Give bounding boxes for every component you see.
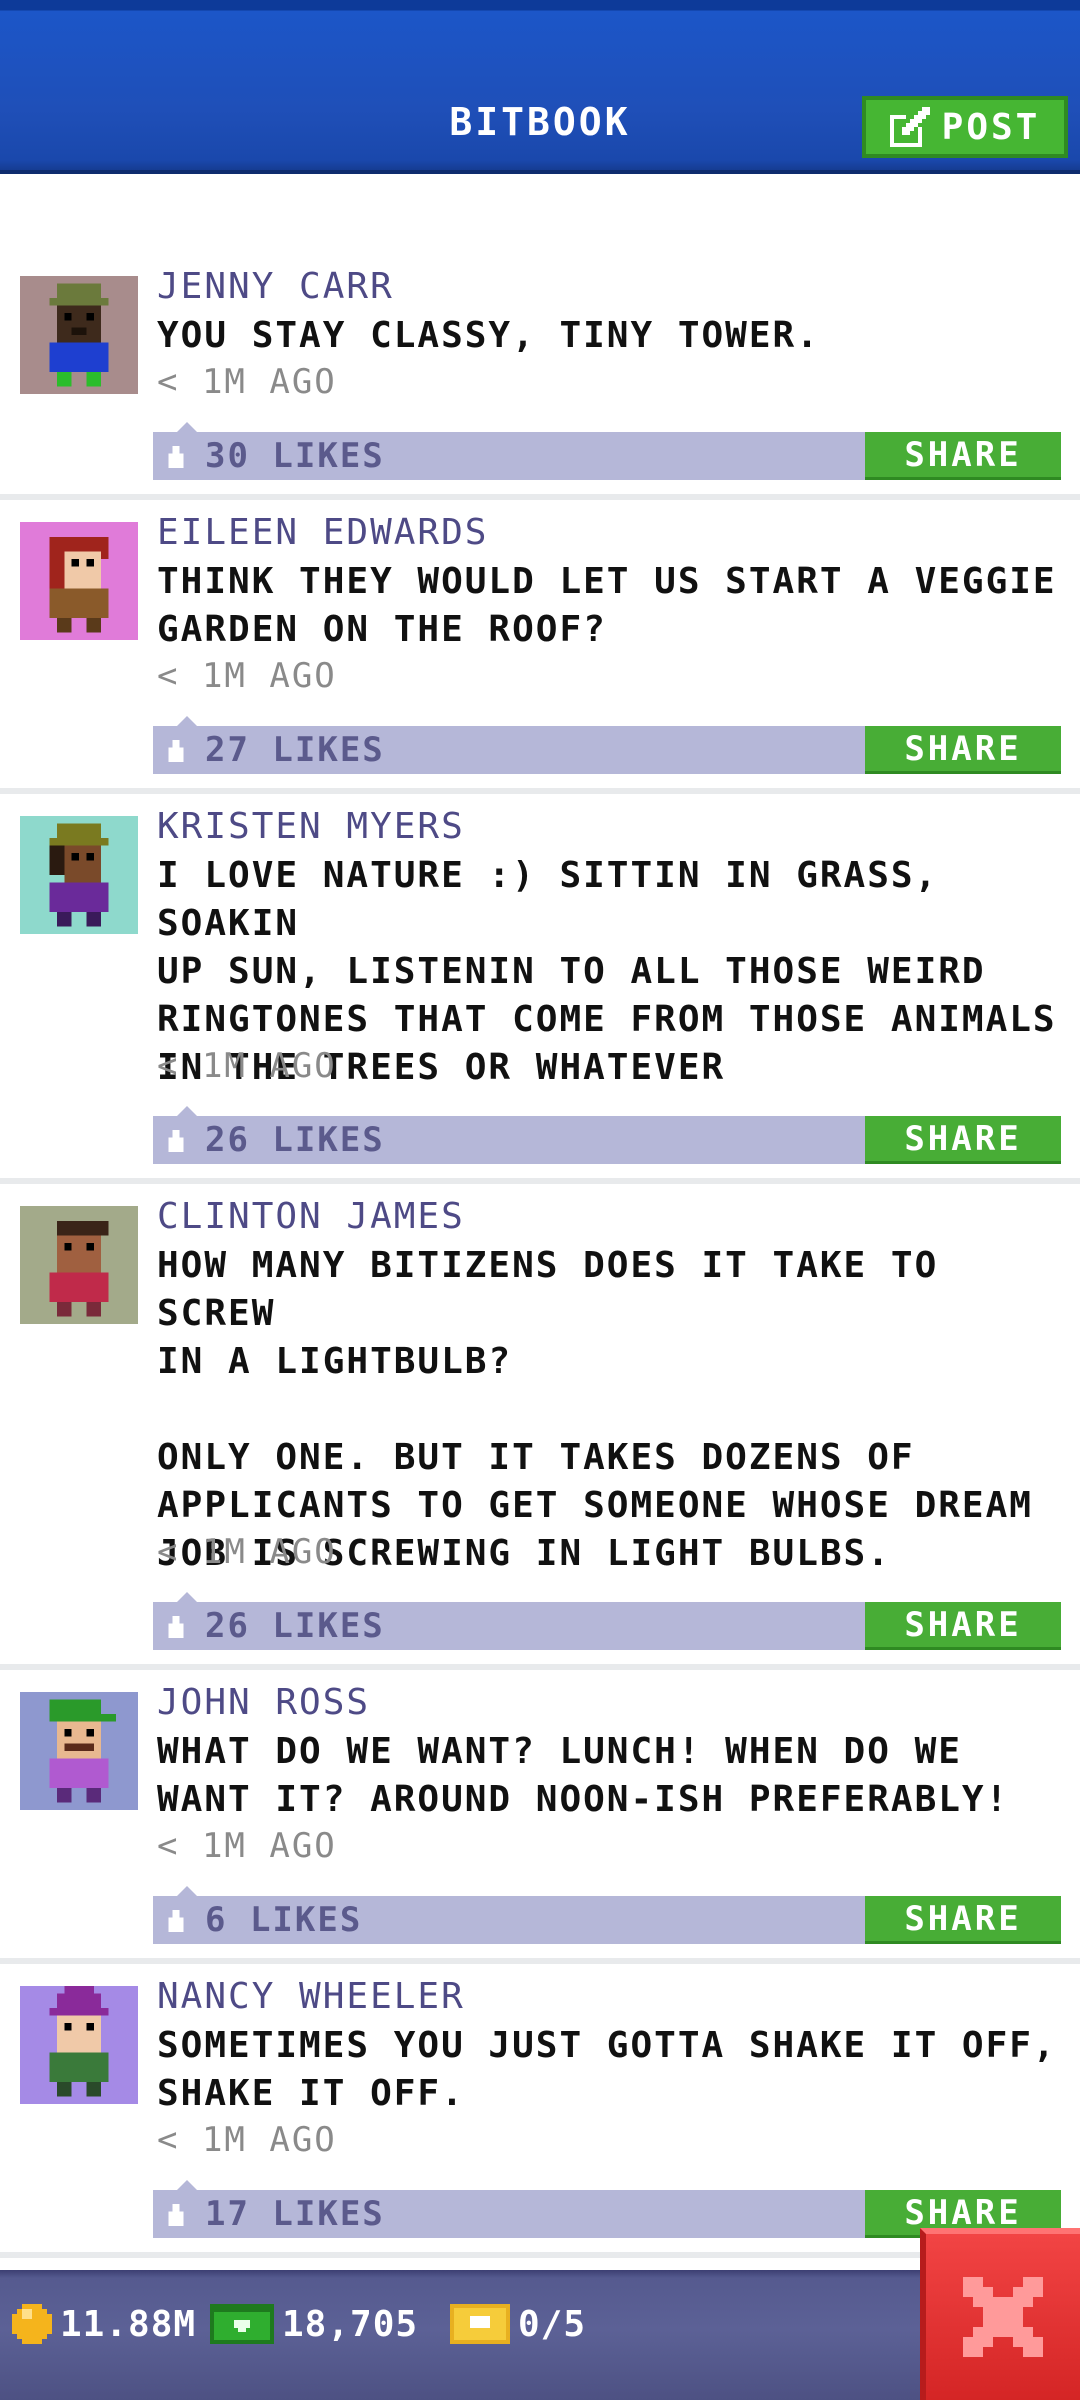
- close-icon: [963, 2277, 1043, 2357]
- bux-stat[interactable]: 18,705: [210, 2296, 418, 2352]
- post-time: < 1M AGO: [157, 1826, 337, 1866]
- post-message: HOW MANY BITIZENS DOES IT TAKE TO SCREW …: [157, 1245, 1033, 1574]
- post-time: < 1M AGO: [157, 1532, 337, 1572]
- likes-bar-notch: [177, 1886, 197, 1896]
- post-message: SOMETIMES YOU JUST GOTTA SHAKE IT OFF, S…: [157, 2025, 1057, 2114]
- post-button-label: POST: [941, 106, 1041, 148]
- thumbs-up-icon: [168, 1130, 184, 1152]
- close-button[interactable]: [920, 2228, 1080, 2400]
- post-message: WHAT DO WE WANT? LUNCH! WHEN DO WE WANT …: [157, 1731, 1010, 1820]
- post-author[interactable]: JOHN ROSS: [157, 1682, 370, 1723]
- divider: [0, 1664, 1080, 1670]
- post-button[interactable]: POST: [862, 96, 1068, 158]
- ticket-icon: [450, 2304, 510, 2344]
- coins-value: 11.88M: [60, 2303, 197, 2345]
- divider: [0, 1958, 1080, 1964]
- post-author[interactable]: CLINTON JAMES: [157, 1196, 465, 1237]
- avatar[interactable]: [20, 1692, 138, 1810]
- likes-count[interactable]: 30 LIKES: [205, 436, 385, 476]
- likes-bar: 27 LIKES SHARE: [153, 716, 1061, 774]
- share-button[interactable]: SHARE: [865, 726, 1061, 774]
- post-author[interactable]: NANCY WHEELER: [157, 1976, 465, 2017]
- divider: [0, 1178, 1080, 1184]
- avatar[interactable]: [20, 1206, 138, 1324]
- likes-bar-notch: [177, 1592, 197, 1602]
- bux-value: 18,705: [282, 2303, 419, 2345]
- divider: [0, 2252, 1080, 2258]
- tickets-stat[interactable]: 0/5: [450, 2296, 586, 2352]
- post-message: YOU STAY CLASSY, TINY TOWER.: [157, 315, 820, 356]
- likes-bar: 6 LIKES SHARE: [153, 1886, 1061, 1944]
- avatar[interactable]: [20, 816, 138, 934]
- likes-bar-notch: [177, 716, 197, 726]
- post-author[interactable]: KRISTEN MYERS: [157, 806, 465, 847]
- compose-icon: [889, 107, 930, 147]
- thumbs-up-icon: [168, 2204, 184, 2226]
- divider: [0, 494, 1080, 500]
- likes-count[interactable]: 6 LIKES: [205, 1900, 362, 1940]
- header-bar: BITBOOK POST: [0, 0, 1080, 174]
- post-time: < 1M AGO: [157, 362, 337, 402]
- coins-stat[interactable]: 11.88M: [12, 2296, 196, 2352]
- post-author[interactable]: JENNY CARR: [157, 266, 394, 307]
- tickets-value: 0/5: [518, 2303, 587, 2345]
- likes-bar: 26 LIKES SHARE: [153, 1106, 1061, 1164]
- likes-bar-notch: [177, 2180, 197, 2190]
- likes-count[interactable]: 26 LIKES: [205, 1606, 385, 1646]
- share-button[interactable]: SHARE: [865, 432, 1061, 480]
- likes-bar-notch: [177, 422, 197, 432]
- avatar[interactable]: [20, 276, 138, 394]
- post-message: THINK THEY WOULD LET US START A VEGGIE G…: [157, 561, 1057, 650]
- bux-icon: [210, 2304, 274, 2344]
- likes-bar-notch: [177, 1106, 197, 1116]
- status-bar: 11.88M 18,705 0/5: [0, 2270, 1080, 2400]
- post-time: < 1M AGO: [157, 2120, 337, 2160]
- likes-count[interactable]: 17 LIKES: [205, 2194, 385, 2234]
- likes-bar: 26 LIKES SHARE: [153, 1592, 1061, 1650]
- avatar[interactable]: [20, 1986, 138, 2104]
- likes-count[interactable]: 27 LIKES: [205, 730, 385, 770]
- likes-count[interactable]: 26 LIKES: [205, 1120, 385, 1160]
- likes-bar: 30 LIKES SHARE: [153, 422, 1061, 480]
- avatar[interactable]: [20, 522, 138, 640]
- divider: [0, 788, 1080, 794]
- share-button[interactable]: SHARE: [865, 1602, 1061, 1650]
- thumbs-up-icon: [168, 446, 184, 468]
- share-button[interactable]: SHARE: [865, 1116, 1061, 1164]
- post-author[interactable]: EILEEN EDWARDS: [157, 512, 488, 553]
- coin-icon: [12, 2304, 52, 2344]
- thumbs-up-icon: [168, 1616, 184, 1638]
- thumbs-up-icon: [168, 740, 184, 762]
- share-button[interactable]: SHARE: [865, 1896, 1061, 1944]
- post-time: < 1M AGO: [157, 656, 337, 696]
- thumbs-up-icon: [168, 1910, 184, 1932]
- post-time: < 1M AGO: [157, 1046, 337, 1086]
